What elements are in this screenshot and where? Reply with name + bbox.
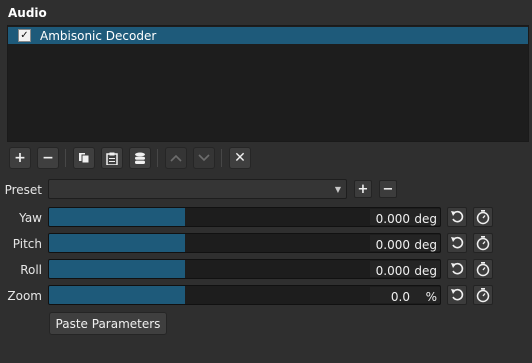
close-icon: ✕ (234, 150, 246, 166)
filter-item-ambisonic-decoder[interactable]: ✓ Ambisonic Decoder (8, 27, 528, 44)
add-preset-button[interactable]: + (354, 180, 372, 198)
chevron-down-icon: ▼ (334, 185, 341, 194)
yaw-slider[interactable]: 0.000 deg (48, 207, 441, 227)
pitch-spinbox[interactable]: 0.000 deg (370, 235, 440, 252)
copy-filter-button[interactable] (73, 147, 95, 169)
zoom-value: 0.0 (390, 290, 410, 304)
pitch-label: Pitch (12, 237, 42, 251)
yaw-keyframe-button[interactable] (473, 207, 493, 227)
save-filter-set-button[interactable] (129, 147, 151, 169)
pitch-slider[interactable]: 0.000 deg (48, 233, 441, 253)
panel-title: Audio (8, 6, 47, 20)
reset-icon (451, 288, 464, 301)
move-down-button[interactable] (193, 147, 215, 169)
roll-slider[interactable]: 0.000 deg (48, 259, 441, 279)
deselect-filter-button[interactable]: ✕ (229, 147, 251, 169)
filter-item-label: Ambisonic Decoder (40, 28, 157, 43)
copy-icon (79, 153, 90, 164)
chevron-down-icon (198, 154, 210, 162)
yaw-unit: deg (414, 212, 437, 226)
zoom-keyframe-button[interactable] (473, 285, 493, 305)
yaw-slider-fill (49, 208, 185, 226)
roll-reset-button[interactable] (447, 259, 467, 279)
zoom-reset-button[interactable] (447, 285, 467, 305)
roll-keyframe-button[interactable] (473, 259, 493, 279)
remove-preset-button[interactable]: − (379, 180, 397, 198)
reset-icon (451, 210, 464, 223)
preset-select[interactable]: ▼ (48, 179, 347, 199)
stopwatch-icon (476, 236, 490, 251)
roll-slider-fill (49, 260, 185, 278)
chevron-up-icon (170, 154, 182, 162)
remove-filter-button[interactable]: − (37, 147, 59, 169)
add-filter-button[interactable]: + (9, 147, 31, 169)
toolbar-divider (221, 149, 222, 167)
plus-icon: + (357, 181, 369, 197)
yaw-spinbox[interactable]: 0.000 deg (370, 209, 440, 226)
stopwatch-icon (476, 210, 490, 225)
pitch-value: 0.000 (375, 238, 410, 252)
roll-label: Roll (20, 263, 42, 277)
reset-icon (451, 262, 464, 275)
pitch-keyframe-button[interactable] (473, 233, 493, 253)
plus-icon: + (14, 150, 26, 166)
filter-list[interactable]: ✓ Ambisonic Decoder (7, 25, 529, 142)
minus-icon: − (382, 181, 394, 197)
roll-spinbox[interactable]: 0.000 deg (370, 261, 440, 278)
pitch-reset-button[interactable] (447, 233, 467, 253)
zoom-slider[interactable]: 0.0% (48, 285, 441, 305)
zoom-unit: % (425, 290, 437, 304)
yaw-label: Yaw (19, 211, 42, 225)
zoom-spinbox[interactable]: 0.0% (370, 287, 440, 304)
filter-enabled-checkbox[interactable]: ✓ (18, 29, 31, 42)
preset-label: Preset (4, 183, 42, 197)
paste-filter-button[interactable] (101, 147, 123, 169)
yaw-value: 0.000 (375, 212, 410, 226)
move-up-button[interactable] (165, 147, 187, 169)
stopwatch-icon (476, 288, 490, 303)
pitch-slider-fill (49, 234, 185, 252)
roll-unit: deg (414, 264, 437, 278)
minus-icon: − (42, 150, 54, 166)
yaw-reset-button[interactable] (447, 207, 467, 227)
zoom-label: Zoom (7, 289, 42, 303)
stopwatch-icon (476, 262, 490, 277)
roll-value: 0.000 (375, 264, 410, 278)
toolbar-divider (65, 149, 66, 167)
paste-icon (106, 152, 118, 165)
reset-icon (451, 236, 464, 249)
save-preset-icon (135, 152, 145, 164)
paste-parameters-button[interactable]: Paste Parameters (49, 312, 167, 335)
pitch-unit: deg (414, 238, 437, 252)
toolbar-divider (157, 149, 158, 167)
zoom-slider-fill (49, 286, 185, 304)
